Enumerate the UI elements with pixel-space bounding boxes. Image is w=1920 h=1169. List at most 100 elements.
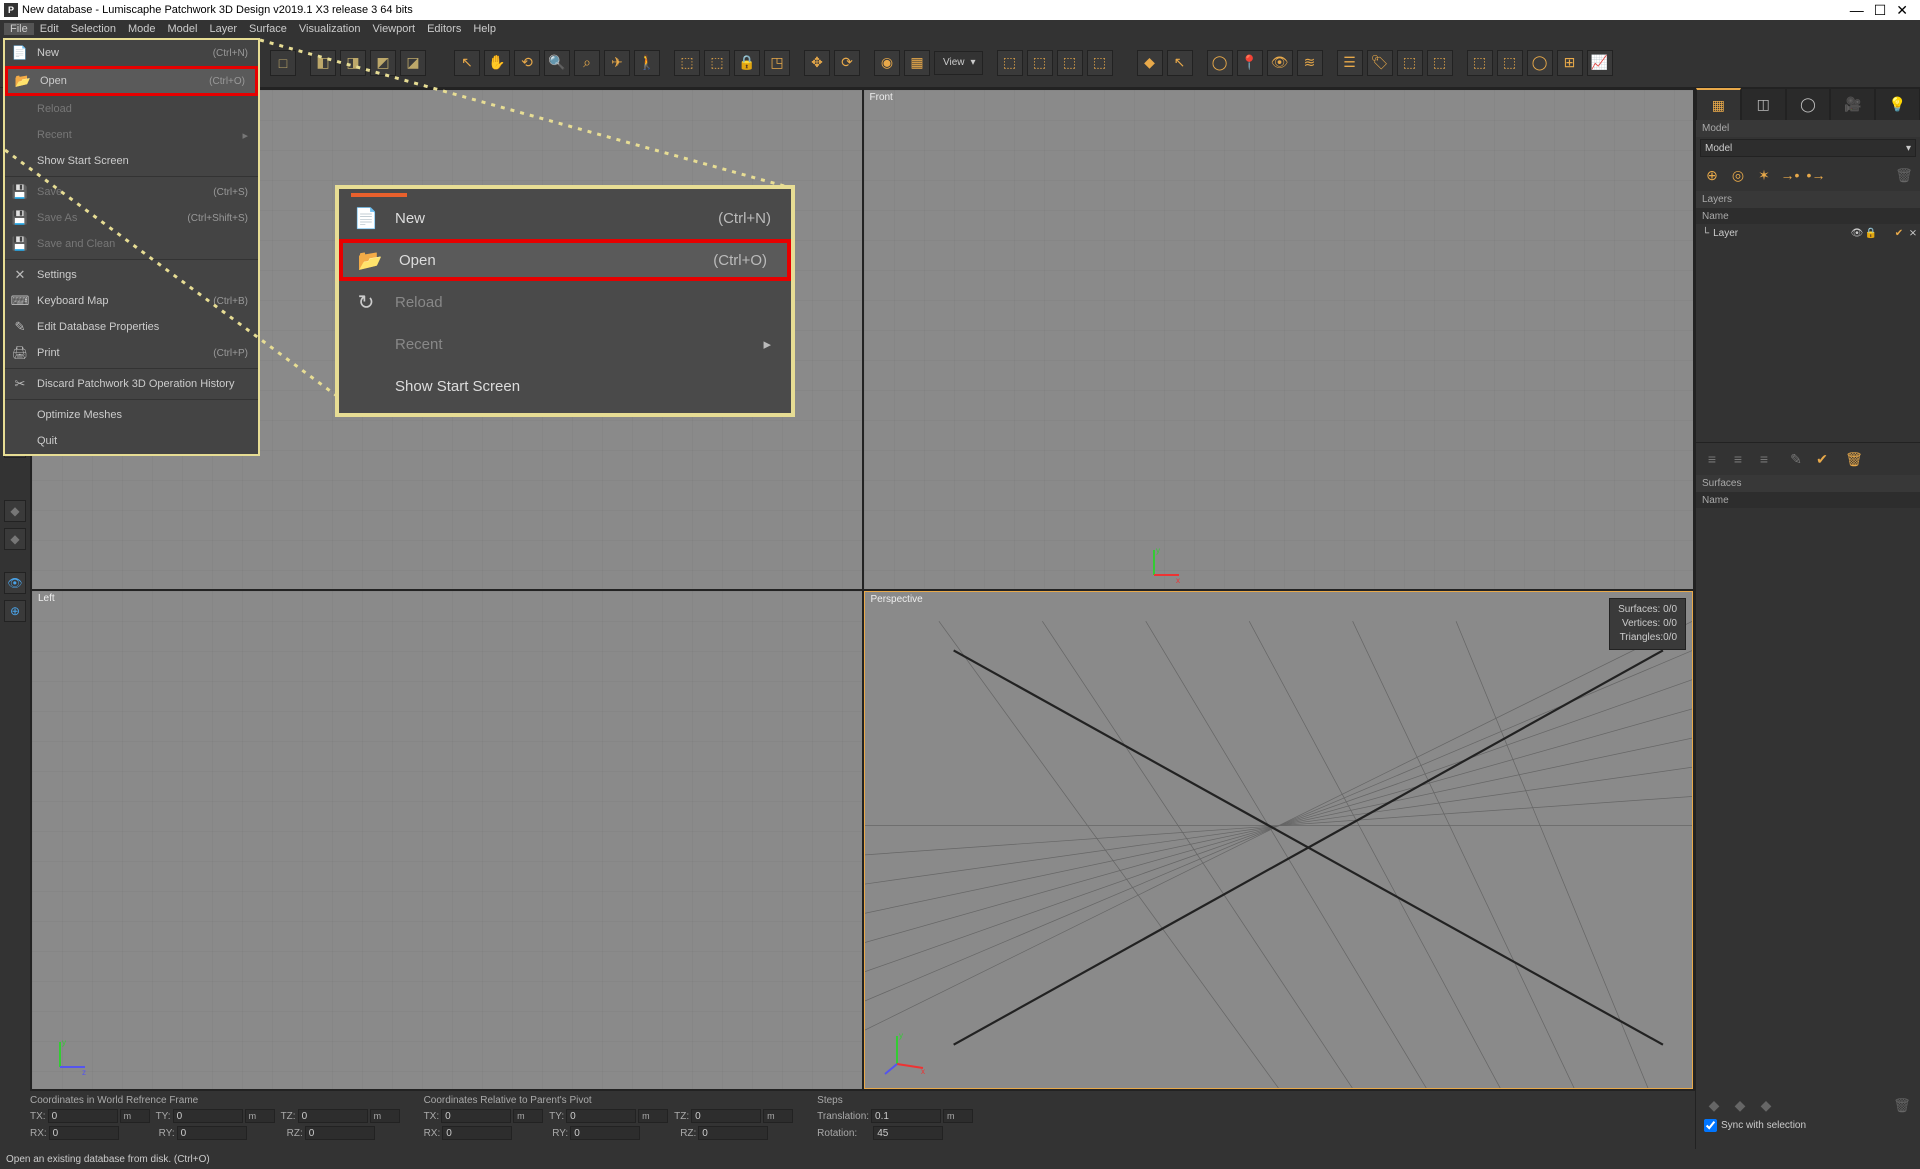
filemenu-item-keyboard-map[interactable]: ⌨Keyboard Map(Ctrl+B) <box>5 288 258 314</box>
callout-item-open[interactable]: 📂Open(Ctrl+O) <box>339 239 791 281</box>
tool-walk[interactable]: 🚶 <box>634 50 660 76</box>
tool-i1[interactable]: ⬚ <box>1467 50 1493 76</box>
tool-rotate[interactable]: ⟲ <box>514 50 540 76</box>
tool-a3[interactable]: ◨ <box>340 50 366 76</box>
callout-item-show-start-screen[interactable]: Show Start Screen <box>339 365 791 407</box>
tool-h2[interactable]: 🏷 <box>1367 50 1393 76</box>
menu-mode[interactable]: Mode <box>122 23 162 35</box>
filemenu-item-reload[interactable]: Reload <box>5 96 258 122</box>
tool-e1[interactable]: ⬚ <box>997 50 1023 76</box>
vtool-12[interactable]: ◆ <box>4 528 26 550</box>
model-ic-2[interactable]: ◎ <box>1728 165 1748 185</box>
tool-c1[interactable]: ✥ <box>804 50 830 76</box>
tool-f2[interactable]: ↖ <box>1167 50 1193 76</box>
filemenu-item-quit[interactable]: Quit <box>5 428 258 454</box>
callout-item-new[interactable]: 📄New(Ctrl+N) <box>339 197 791 239</box>
tool-d2[interactable]: ▦ <box>904 50 930 76</box>
maximize-button[interactable]: ☐ <box>1874 2 1887 19</box>
filemenu-item-print[interactable]: 🖨Print(Ctrl+P) <box>5 340 258 366</box>
layers-ic-2[interactable]: ≡ <box>1728 449 1748 469</box>
ptz-input[interactable] <box>691 1109 761 1123</box>
menu-surface[interactable]: Surface <box>243 23 293 35</box>
tool-i2[interactable]: ⬚ <box>1497 50 1523 76</box>
tool-f1[interactable]: ◆ <box>1137 50 1163 76</box>
filemenu-item-recent[interactable]: Recent▸ <box>5 122 258 148</box>
tool-h1[interactable]: ☰ <box>1337 50 1363 76</box>
tool-i3[interactable]: ◯ <box>1527 50 1553 76</box>
tool-g4[interactable]: ≋ <box>1297 50 1323 76</box>
filemenu-item-edit-database-properties[interactable]: ✎Edit Database Properties <box>5 314 258 340</box>
tool-a4[interactable]: ◩ <box>370 50 396 76</box>
tool-g3[interactable]: 👁 <box>1267 50 1293 76</box>
tab-camera[interactable]: 🎥 <box>1830 88 1875 120</box>
filemenu-item-settings[interactable]: ✕Settings <box>5 262 258 288</box>
tool-b1[interactable]: ⬚ <box>674 50 700 76</box>
model-ic-3[interactable]: ✶ <box>1754 165 1774 185</box>
tool-zoom[interactable]: 🔍 <box>544 50 570 76</box>
filemenu-item-save-as[interactable]: 💾Save As(Ctrl+Shift+S) <box>5 205 258 231</box>
view-dropdown[interactable]: View▾ <box>934 51 983 75</box>
tool-b4[interactable]: ◳ <box>764 50 790 76</box>
minimize-button[interactable]: — <box>1850 2 1864 19</box>
menu-help[interactable]: Help <box>467 23 502 35</box>
menu-edit[interactable]: Edit <box>34 23 65 35</box>
tool-zoomfit[interactable]: ⌕ <box>574 50 600 76</box>
tool-a5[interactable]: ◪ <box>400 50 426 76</box>
layers-ic-4[interactable]: ✎ <box>1786 449 1806 469</box>
viewport-perspective[interactable]: Perspective Surfaces: 0/0 Vertices: 0/0 … <box>864 591 1694 1090</box>
rotation-input[interactable] <box>873 1126 943 1140</box>
rx-input[interactable] <box>49 1126 119 1140</box>
sync-checkbox[interactable]: Sync with selection <box>1704 1119 1912 1132</box>
filemenu-item-discard-patchwork-3d-operation-history[interactable]: ✂Discard Patchwork 3D Operation History <box>5 371 258 397</box>
model-dropdown[interactable]: Model▾ <box>1700 139 1916 157</box>
tool-i5[interactable]: 📈 <box>1587 50 1613 76</box>
pty-input[interactable] <box>566 1109 636 1123</box>
menu-editors[interactable]: Editors <box>421 23 467 35</box>
filemenu-item-save-and-clean[interactable]: 💾Save and Clean <box>5 231 258 257</box>
vtool-11[interactable]: ◆ <box>4 500 26 522</box>
delete-icon[interactable]: 🗑 <box>1894 165 1914 185</box>
ty-input[interactable] <box>173 1109 243 1123</box>
rb-trash-icon[interactable]: 🗑 <box>1892 1095 1912 1115</box>
menu-viewport[interactable]: Viewport <box>366 23 421 35</box>
translation-input[interactable] <box>871 1109 941 1123</box>
tool-c2[interactable]: ⟳ <box>834 50 860 76</box>
tab-light[interactable]: 💡 <box>1875 88 1920 120</box>
tool-b2[interactable]: ⬚ <box>704 50 730 76</box>
tool-select[interactable]: ↖ <box>454 50 480 76</box>
trash-icon[interactable]: 🗑 <box>1844 449 1864 469</box>
vtool-add[interactable]: ⊕ <box>4 600 26 622</box>
model-ic-5[interactable]: •→ <box>1806 165 1826 185</box>
tab-scene[interactable]: ◯ <box>1786 88 1831 120</box>
menu-visualization[interactable]: Visualization <box>293 23 367 35</box>
viewport-front[interactable]: Front yx <box>864 90 1694 589</box>
tab-model[interactable]: ▦ <box>1696 88 1741 120</box>
pry-input[interactable] <box>570 1126 640 1140</box>
layers-ic-3[interactable]: ≡ <box>1754 449 1774 469</box>
vtool-eye[interactable]: 👁 <box>4 572 26 594</box>
tool-h3[interactable]: ⬚ <box>1397 50 1423 76</box>
tz-input[interactable] <box>298 1109 368 1123</box>
tool-g1[interactable]: ◯ <box>1207 50 1233 76</box>
filemenu-item-save[interactable]: 💾Save(Ctrl+S) <box>5 179 258 205</box>
rb-ic-3[interactable]: ◆ <box>1756 1095 1776 1115</box>
tool-b3[interactable]: 🔒 <box>734 50 760 76</box>
tool-pan[interactable]: ✋ <box>484 50 510 76</box>
close-button[interactable]: ✕ <box>1896 2 1908 19</box>
layer-row[interactable]: └Layer 👁🔒✔⨯ <box>1696 224 1920 242</box>
tab-materials[interactable]: ◫ <box>1741 88 1786 120</box>
model-ic-1[interactable]: ⊕ <box>1702 165 1722 185</box>
menu-model[interactable]: Model <box>162 23 204 35</box>
tool-d1[interactable]: ◉ <box>874 50 900 76</box>
prz-input[interactable] <box>698 1126 768 1140</box>
ry-input[interactable] <box>177 1126 247 1140</box>
filemenu-item-new[interactable]: 📄New(Ctrl+N) <box>5 40 258 66</box>
filemenu-item-open[interactable]: 📂Open(Ctrl+O) <box>5 66 258 96</box>
ptx-input[interactable] <box>441 1109 511 1123</box>
tool-h4[interactable]: ⬚ <box>1427 50 1453 76</box>
menu-file[interactable]: File <box>4 23 34 35</box>
rb-ic-2[interactable]: ◆ <box>1730 1095 1750 1115</box>
tool-a2[interactable]: ◧ <box>310 50 336 76</box>
tx-input[interactable] <box>48 1109 118 1123</box>
tool-a1[interactable]: □ <box>270 50 296 76</box>
